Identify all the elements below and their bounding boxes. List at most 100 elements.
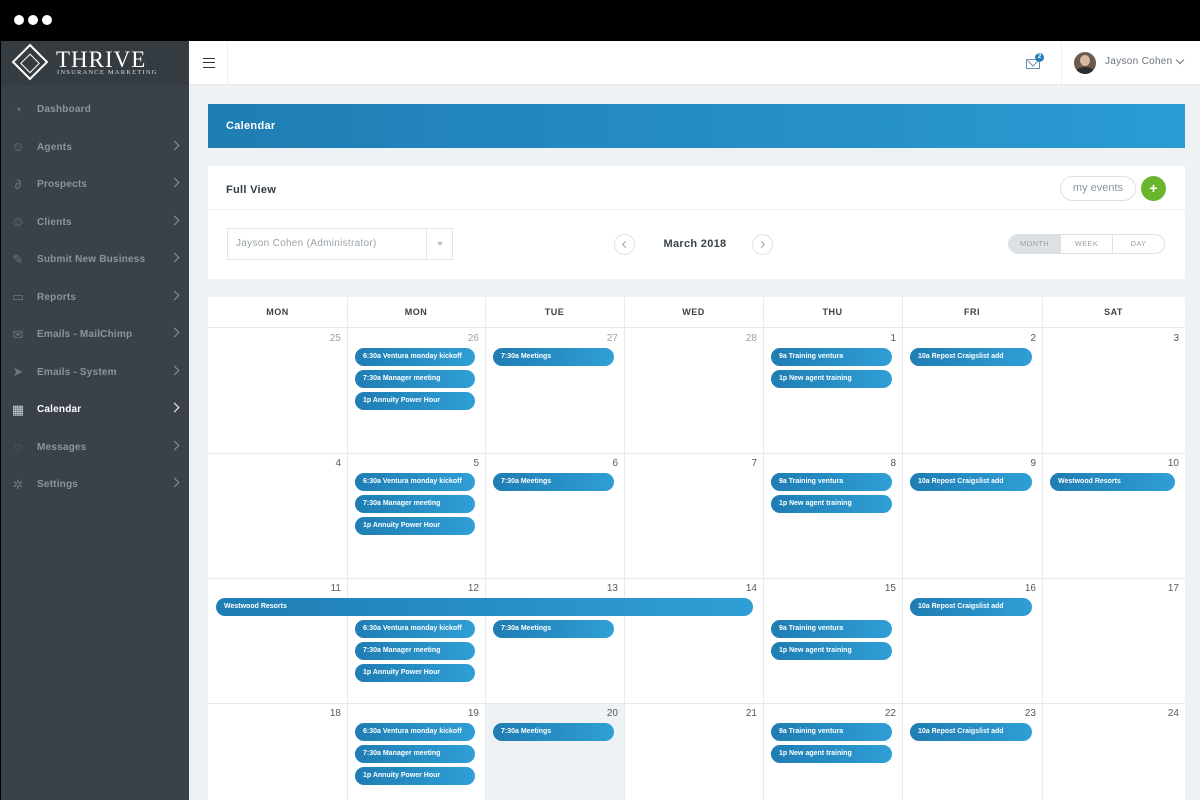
calendar-event[interactable]: 1p New agent training xyxy=(771,745,892,763)
calendar-day-cell[interactable]: 21 xyxy=(624,703,763,800)
my-events-button[interactable]: my events xyxy=(1060,176,1136,201)
calendar-day-cell[interactable]: 7 xyxy=(624,453,763,578)
folder-icon: ▭ xyxy=(11,289,25,305)
calendar-day-cell[interactable]: 9 xyxy=(902,453,1042,578)
sidebar-item-reports[interactable]: ▭ Reports xyxy=(1,279,189,317)
calendar-day-cell[interactable]: 12 xyxy=(347,578,485,703)
calendar-event[interactable]: 7:30a Manager meeting xyxy=(355,495,475,513)
calendar-day-cell[interactable]: 26 xyxy=(347,328,485,453)
day-of-week-header: MON xyxy=(404,307,428,317)
calendar-event[interactable]: 7:30a Manager meeting xyxy=(355,642,475,660)
gear-icon: ✲ xyxy=(12,476,24,492)
calendar-day-cell[interactable]: 14 xyxy=(624,578,763,703)
calendar-event[interactable]: 6:30a Ventura monday kickoff xyxy=(355,620,475,638)
day-number: 27 xyxy=(606,333,618,344)
sidebar-item-settings[interactable]: ✲ Settings xyxy=(1,466,189,504)
calendar-event[interactable]: 1p Annuity Power Hour xyxy=(355,664,475,682)
calendar-event[interactable]: 10a Repost Craigslist add xyxy=(910,598,1032,616)
calendar-day-cell[interactable]: 11 xyxy=(208,578,347,703)
day-number: 16 xyxy=(1024,583,1036,594)
chevron-right-icon xyxy=(169,290,180,300)
calendar-day-cell[interactable]: 17 xyxy=(1042,578,1185,703)
calendar-event[interactable]: 6:30a Ventura monday kickoff xyxy=(355,473,475,491)
calendar-day-cell[interactable]: 15 xyxy=(763,578,902,703)
sidebar-item-submit-new-business[interactable]: ✎ Submit New Business xyxy=(1,241,189,279)
sidebar-item-calendar[interactable]: ▦ Calendar xyxy=(1,391,189,429)
calendar-day-cell[interactable]: 1 xyxy=(763,328,902,453)
day-number: 23 xyxy=(1024,708,1036,719)
sidebar-item-dashboard[interactable]: ◔ Dashboard xyxy=(1,91,189,129)
calendar-event[interactable]: 7:30a Manager meeting xyxy=(355,370,475,388)
calendar-event[interactable]: 1p New agent training xyxy=(771,642,892,660)
brand-logo[interactable]: THRIVE INSURANCE MARKETING xyxy=(1,41,189,85)
sidebar-item-label: Messages xyxy=(37,441,87,453)
calendar-event[interactable]: 1p New agent training xyxy=(771,495,892,513)
calendar-event[interactable]: 9a Training ventura xyxy=(771,473,892,491)
calendar-event[interactable]: Westwood Resorts xyxy=(1050,473,1175,491)
next-month-button[interactable] xyxy=(752,234,773,255)
calendar-event[interactable]: 9a Training ventura xyxy=(771,348,892,366)
day-number: 20 xyxy=(606,708,618,719)
calendar-day-cell[interactable]: 23 xyxy=(902,703,1042,800)
sidebar-item-agents[interactable]: ☺ Agents xyxy=(1,129,189,167)
calendar-event[interactable]: 10a Repost Craigslist add xyxy=(910,723,1032,741)
view-week-button[interactable]: WEEK xyxy=(1060,235,1112,253)
calendar-day-cell[interactable]: 25 xyxy=(208,328,347,453)
view-day-button[interactable]: DAY xyxy=(1112,235,1164,253)
envelope-icon: ✉ xyxy=(12,326,24,342)
day-of-week-header: SAT xyxy=(1104,307,1123,317)
calendar-day-cell[interactable]: 20 xyxy=(485,703,624,800)
calendar-event[interactable]: 9a Training ventura xyxy=(771,620,892,638)
view-month-button[interactable]: MONTH xyxy=(1009,235,1060,253)
calendar-day-cell[interactable]: 3 xyxy=(1042,328,1185,453)
calendar-day-cell[interactable]: 13 xyxy=(485,578,624,703)
calendar-event[interactable]: 1p Annuity Power Hour xyxy=(355,517,475,535)
calendar-toolbar-panel: Full View my events + Jayson Cohen (Admi… xyxy=(208,166,1185,279)
calendar-day-cell[interactable]: 4 xyxy=(208,453,347,578)
main-content: Calendar Full View my events + Jayson Co… xyxy=(189,85,1200,800)
sidebar-item-emails-system[interactable]: ➤ Emails - System xyxy=(1,354,189,392)
calendar-event[interactable]: 7:30a Meetings xyxy=(493,348,614,366)
day-number: 21 xyxy=(745,708,757,719)
calendar-day-cell[interactable]: 18 xyxy=(208,703,347,800)
day-number: 18 xyxy=(329,708,341,719)
sidebar-item-emails-mailchimp[interactable]: ✉ Emails - MailChimp xyxy=(1,316,189,354)
chevron-down-icon[interactable] xyxy=(1175,55,1185,65)
calendar-event[interactable]: 7:30a Meetings xyxy=(493,473,614,491)
calendar-day-cell[interactable]: 28 xyxy=(624,328,763,453)
calendar-day-cell[interactable]: 5 xyxy=(347,453,485,578)
menu-toggle-icon[interactable] xyxy=(203,58,215,68)
prev-month-button[interactable] xyxy=(614,234,635,255)
calendar-day-cell[interactable]: 27 xyxy=(485,328,624,453)
calendar-day-cell[interactable]: 16 xyxy=(902,578,1042,703)
add-event-button[interactable]: + xyxy=(1141,176,1166,201)
calendar-day-cell[interactable]: 10 xyxy=(1042,453,1185,578)
day-of-week-header: THU xyxy=(822,307,843,317)
calendar-event[interactable]: 10a Repost Craigslist add xyxy=(910,473,1032,491)
chevron-right-icon xyxy=(169,140,180,150)
calendar-day-cell[interactable]: 2 xyxy=(902,328,1042,453)
avatar[interactable] xyxy=(1074,52,1096,74)
calendar-event[interactable]: 6:30a Ventura monday kickoff xyxy=(355,723,475,741)
user-select[interactable]: Jayson Cohen (Administrator) xyxy=(227,228,453,260)
sidebar-item-prospects[interactable]: ∂ Prospects xyxy=(1,166,189,204)
calendar-event[interactable]: 6:30a Ventura monday kickoff xyxy=(355,348,475,366)
day-number: 6 xyxy=(612,458,618,469)
calendar-event[interactable]: 10a Repost Craigslist add xyxy=(910,348,1032,366)
sidebar-item-clients[interactable]: ☺ Clients xyxy=(1,204,189,242)
calendar-event[interactable]: 7:30a Meetings xyxy=(493,723,614,741)
calendar-event[interactable]: 1p New agent training xyxy=(771,370,892,388)
window-dot xyxy=(14,15,24,25)
calendar-event[interactable]: 7:30a Manager meeting xyxy=(355,745,475,763)
caret-down-icon[interactable] xyxy=(437,242,443,246)
calendar-event[interactable]: 9a Training ventura xyxy=(771,723,892,741)
calendar-day-cell[interactable]: 8 xyxy=(763,453,902,578)
calendar-event[interactable]: 7:30a Meetings xyxy=(493,620,614,638)
calendar-event[interactable]: 1p Annuity Power Hour xyxy=(355,767,475,785)
user-name[interactable]: Jayson Cohen xyxy=(1105,56,1173,67)
calendar-event[interactable]: 1p Annuity Power Hour xyxy=(355,392,475,410)
sidebar-item-messages[interactable]: ◌ Messages xyxy=(1,429,189,467)
calendar-event[interactable]: Westwood Resorts xyxy=(216,598,753,616)
calendar-day-cell[interactable]: 6 xyxy=(485,453,624,578)
calendar-day-cell[interactable]: 24 xyxy=(1042,703,1185,800)
